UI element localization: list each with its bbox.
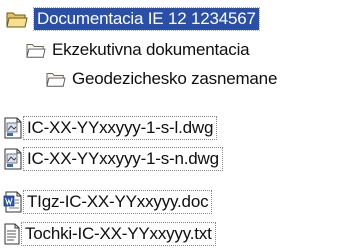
- file-item-dwg-n[interactable]: IC-XX-YYxxyyy-1-s-n.dwg: [3, 146, 223, 172]
- tree-folder-documentacia[interactable]: Documentacia IE 12 1234567: [6, 6, 260, 32]
- folder-label: Ekzekutivna dokumentacia: [52, 40, 250, 59]
- folder-label: Documentacia IE 12 1234567: [33, 7, 260, 31]
- file-label: IC-XX-YYxxyyy-1-s-l.dwg: [23, 116, 218, 140]
- txt-file-icon: [3, 223, 21, 245]
- file-item-txt[interactable]: Tochki-IC-XX-YYxxyyy.txt: [3, 221, 216, 247]
- file-label: TIgz-IC-XX-YYxxyyy.doc: [23, 190, 213, 214]
- tree-folder-geodezichesko[interactable]: Geodezichesko zasnemane: [46, 66, 277, 92]
- folder-open-icon: [26, 41, 46, 59]
- file-label: Tochki-IC-XX-YYxxyyy.txt: [21, 222, 216, 246]
- tree-folder-ekzekutivna[interactable]: Ekzekutivna dokumentacia: [26, 37, 250, 63]
- file-label: IC-XX-YYxxyyy-1-s-n.dwg: [23, 147, 223, 171]
- folder-label: Geodezichesko zasnemane: [72, 69, 278, 88]
- folder-open-icon: [46, 70, 66, 88]
- dwg-file-icon: [3, 117, 23, 139]
- dwg-file-icon: [3, 148, 23, 170]
- file-item-doc[interactable]: TIgz-IC-XX-YYxxyyy.doc: [3, 189, 213, 215]
- doc-file-icon: [3, 191, 23, 213]
- folder-open-icon: [6, 9, 28, 29]
- file-item-dwg-l[interactable]: IC-XX-YYxxyyy-1-s-l.dwg: [3, 115, 218, 141]
